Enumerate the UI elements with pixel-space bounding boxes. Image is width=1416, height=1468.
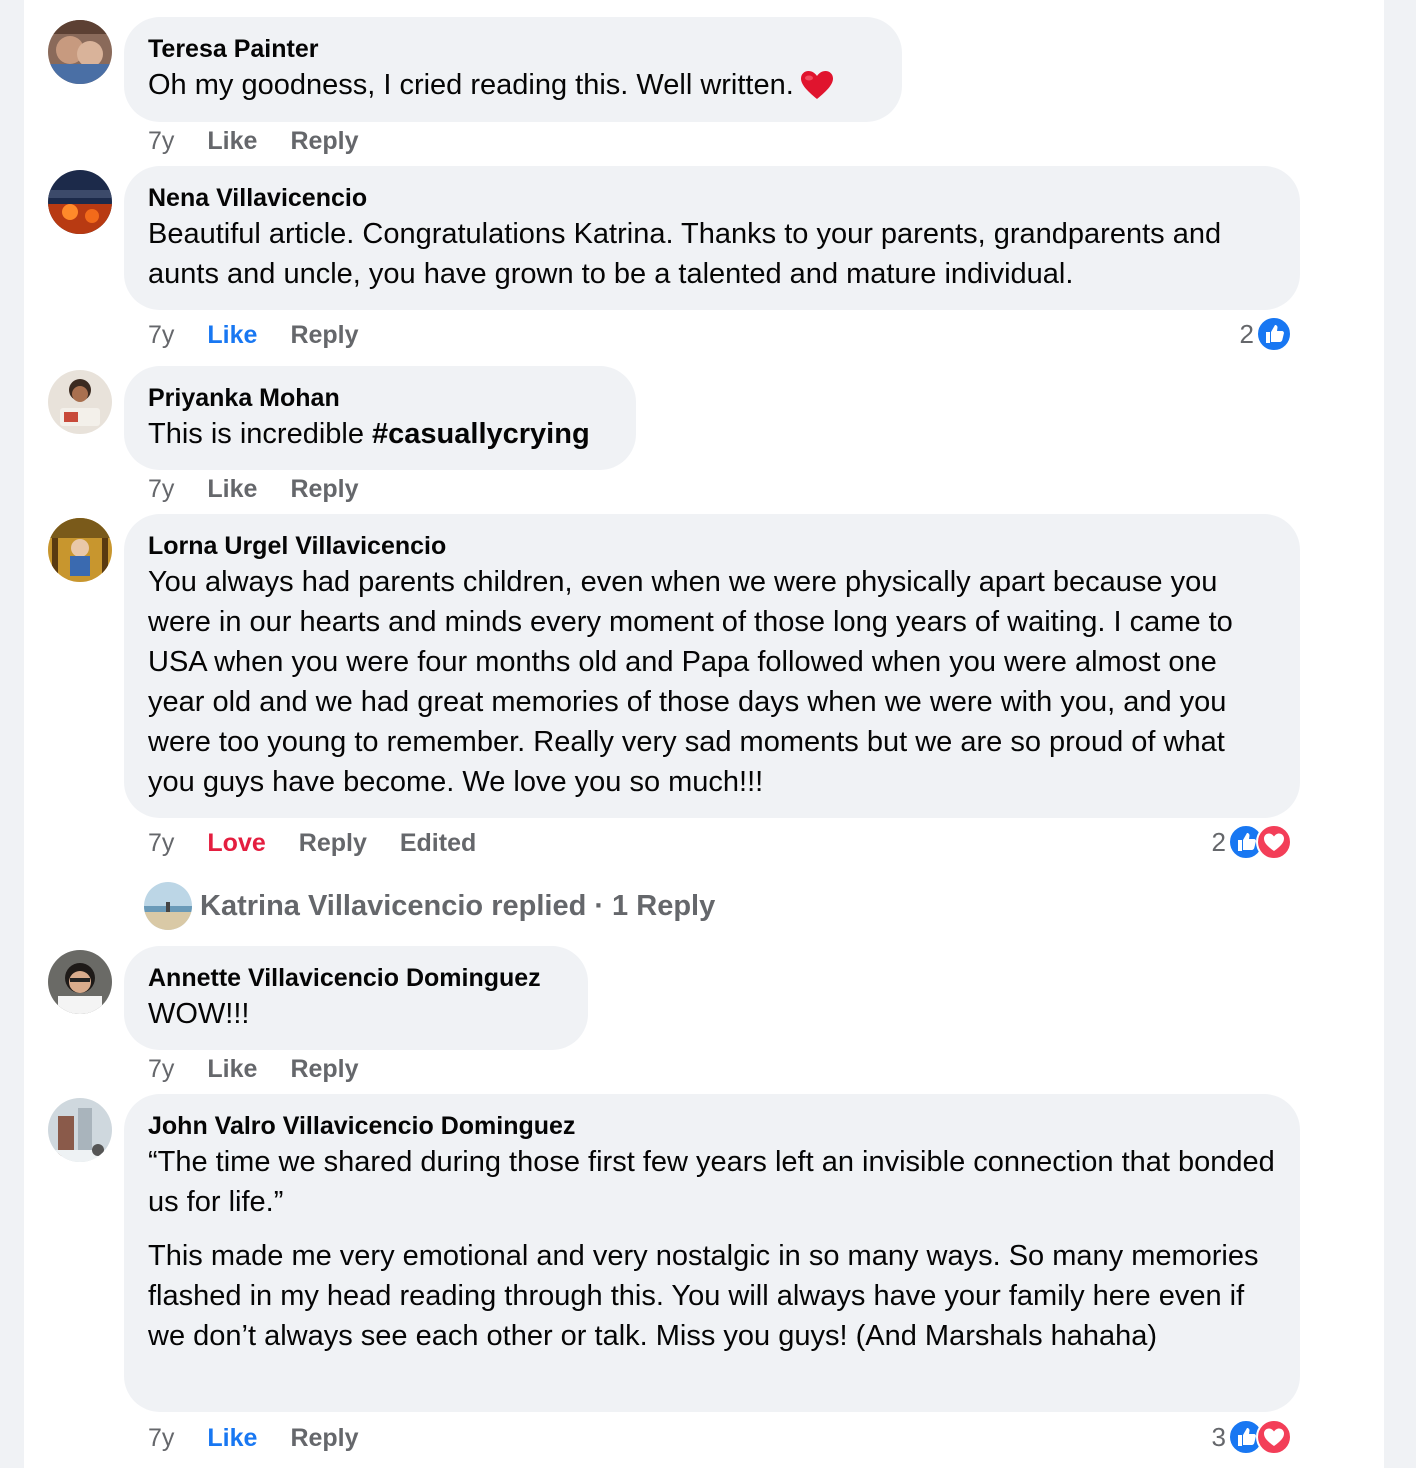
comment-actions: 7y Like Reply bbox=[148, 1051, 392, 1087]
comment-author[interactable]: Lorna Urgel Villavicencio bbox=[148, 530, 1276, 562]
comments-panel: Teresa Painter Oh my goodness, I cried r… bbox=[24, 0, 1384, 1468]
reply-author-avatar bbox=[144, 882, 192, 930]
reaction-summary[interactable]: 3 bbox=[1212, 1417, 1292, 1457]
comment-text: You always had parents children, even wh… bbox=[148, 566, 1233, 798]
edited-label[interactable]: Edited bbox=[400, 829, 476, 858]
comment-time[interactable]: 7y bbox=[148, 1424, 174, 1453]
like-button[interactable]: Like bbox=[207, 1055, 257, 1084]
reply-button[interactable]: Reply bbox=[290, 127, 358, 156]
comment-bubble: John Valro Villavicencio Dominguez “The … bbox=[124, 1094, 1300, 1412]
comment-time[interactable]: 7y bbox=[148, 127, 174, 156]
comment-text: Beautiful article. Congratulations Katri… bbox=[148, 218, 1222, 290]
avatar[interactable] bbox=[48, 170, 112, 234]
comment-bubble: Annette Villavicencio Dominguez WOW!!! bbox=[124, 946, 588, 1050]
comment-actions: 7y Like Reply bbox=[148, 123, 392, 159]
reaction-count: 2 bbox=[1211, 826, 1226, 857]
comment-text-paragraph: This made me very emotional and very nos… bbox=[148, 1240, 1259, 1352]
comment-author[interactable]: Nena Villavicencio bbox=[148, 182, 1276, 214]
avatar[interactable] bbox=[48, 20, 112, 84]
comment-bubble: Lorna Urgel Villavicencio You always had… bbox=[124, 514, 1300, 818]
avatar[interactable] bbox=[48, 370, 112, 434]
comment-text: WOW!!! bbox=[148, 998, 250, 1030]
reply-button[interactable]: Reply bbox=[299, 829, 367, 858]
comment-text-prefix: This is incredible bbox=[148, 418, 373, 450]
comment-time[interactable]: 7y bbox=[148, 475, 174, 504]
love-reaction-icon bbox=[1256, 1419, 1292, 1455]
comment-time[interactable]: 7y bbox=[148, 829, 174, 858]
comment-time[interactable]: 7y bbox=[148, 321, 174, 350]
reply-button[interactable]: Reply bbox=[290, 475, 358, 504]
comment-author[interactable]: Annette Villavicencio Dominguez bbox=[148, 962, 564, 994]
reaction-summary[interactable]: 2 bbox=[1240, 314, 1292, 354]
comment-bubble: Nena Villavicencio Beautiful article. Co… bbox=[124, 166, 1300, 310]
reaction-count: 3 bbox=[1211, 1421, 1226, 1452]
reaction-count: 2 bbox=[1239, 318, 1254, 349]
comment-text: This is incredible #casuallycrying bbox=[148, 414, 612, 454]
comment-actions: 7y Like Reply bbox=[148, 317, 392, 353]
like-button[interactable]: Like bbox=[207, 1424, 257, 1453]
comment-author[interactable]: Priyanka Mohan bbox=[148, 382, 612, 414]
comment-text-paragraph: “The time we shared during those first f… bbox=[148, 1146, 1275, 1218]
like-button[interactable]: Like bbox=[207, 321, 257, 350]
comment-actions: 7y Love Reply Edited bbox=[148, 825, 509, 861]
view-replies-link[interactable]: Katrina Villavicencio replied · 1 Reply bbox=[144, 880, 715, 932]
comment-author[interactable]: Teresa Painter bbox=[148, 33, 878, 65]
avatar[interactable] bbox=[48, 950, 112, 1014]
like-button[interactable]: Like bbox=[207, 127, 257, 156]
like-button[interactable]: Like bbox=[207, 475, 257, 504]
comment-text-line: Oh my goodness, I cried reading this. We… bbox=[148, 69, 794, 101]
reaction-summary[interactable]: 2 bbox=[1212, 822, 1292, 862]
avatar[interactable] bbox=[48, 1098, 112, 1162]
comment-author[interactable]: John Valro Villavicencio Dominguez bbox=[148, 1110, 1276, 1142]
comment-bubble: Priyanka Mohan This is incredible #casua… bbox=[124, 366, 636, 470]
like-reaction-icon bbox=[1256, 316, 1292, 352]
comment-bubble: Teresa Painter Oh my goodness, I cried r… bbox=[124, 17, 902, 122]
comment-time[interactable]: 7y bbox=[148, 1055, 174, 1084]
love-reaction-icon bbox=[1256, 824, 1292, 860]
replies-summary-text[interactable]: Katrina Villavicencio replied · 1 Reply bbox=[200, 890, 715, 923]
reply-button[interactable]: Reply bbox=[290, 1424, 358, 1453]
comment-actions: 7y Like Reply bbox=[148, 471, 392, 507]
red-heart-icon bbox=[800, 71, 833, 99]
avatar[interactable] bbox=[48, 518, 112, 582]
reply-button[interactable]: Reply bbox=[290, 1055, 358, 1084]
reply-button[interactable]: Reply bbox=[290, 321, 358, 350]
comment-actions: 7y Like Reply bbox=[148, 1420, 392, 1456]
comment-text: Oh my goodness, I cried reading this. We… bbox=[148, 65, 878, 105]
hashtag-link[interactable]: #casuallycrying bbox=[372, 418, 590, 450]
love-button[interactable]: Love bbox=[207, 829, 265, 858]
